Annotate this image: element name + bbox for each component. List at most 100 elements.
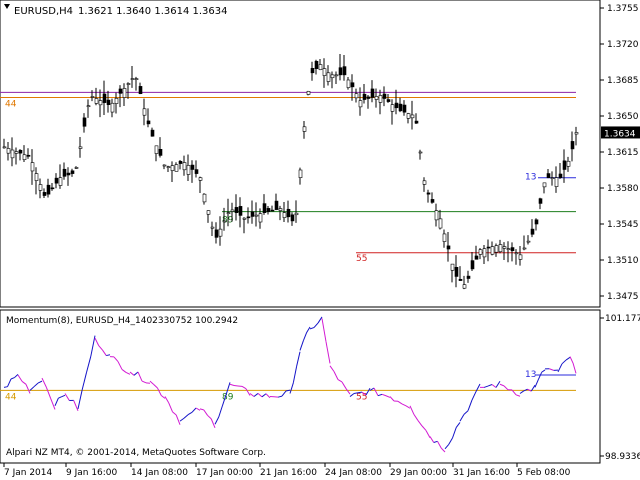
price-bar-body <box>546 173 551 179</box>
price-bar-body <box>386 99 391 102</box>
price-bar-body <box>354 93 359 99</box>
price-bar-body <box>10 149 15 159</box>
price-bar-body <box>322 68 327 76</box>
price-bar-body <box>402 104 407 113</box>
price-bar-body <box>30 162 35 172</box>
price-bar-body <box>522 247 527 250</box>
time-axis-label: 7 Jan 2014 <box>4 468 52 478</box>
price-bar-body <box>238 206 243 216</box>
price-bar-body <box>422 180 427 185</box>
price-bar-body <box>530 228 535 235</box>
price-bar-body <box>494 245 499 253</box>
price-bar-body <box>534 219 539 225</box>
time-axis-label: 24 Jan 08:00 <box>325 468 382 478</box>
price-bar-body <box>398 103 403 112</box>
price-bar-body <box>426 192 431 195</box>
price-bar-body <box>470 260 475 270</box>
price-bar-body <box>162 164 167 167</box>
price-bar-body <box>122 88 127 98</box>
price-bar-body <box>190 164 195 170</box>
momentum-axis-label: 98.9336 <box>605 452 640 462</box>
price-bar-body <box>186 165 191 175</box>
price-axis-label: 1.3615 <box>607 148 639 158</box>
price-bar-body <box>326 72 331 82</box>
level-line-label: 55 <box>356 254 367 264</box>
price-bar-body <box>154 145 159 154</box>
price-bar-body <box>562 160 567 170</box>
price-axis-label: 1.3685 <box>607 76 639 86</box>
price-bar-body <box>338 67 343 76</box>
price-bar-body <box>262 203 267 213</box>
price-bar-body <box>58 177 63 186</box>
price-bar-body <box>438 218 443 229</box>
price-bar-body <box>126 83 131 85</box>
price-bar-body <box>518 254 523 260</box>
price-bar-body <box>294 212 299 216</box>
price-bar-body <box>542 182 547 188</box>
price-bar-body <box>442 233 447 242</box>
price-bar-body <box>6 148 11 154</box>
momentum-level-label: 13 <box>525 370 536 380</box>
price-bar-body <box>114 98 119 104</box>
ohlc-values: 1.3621 1.3640 1.3614 1.3634 <box>78 6 228 17</box>
price-bar-body <box>218 228 223 237</box>
price-bar-body <box>130 78 135 80</box>
price-bar-body <box>246 216 251 219</box>
price-bar-body <box>362 93 367 100</box>
price-bar-body <box>526 240 531 243</box>
price-bar-body <box>462 284 467 289</box>
price-bar-body <box>26 154 31 157</box>
price-bar-body <box>394 102 399 109</box>
price-bar-body <box>382 93 387 99</box>
price-bar-body <box>434 210 439 221</box>
level-line-label: 13 <box>525 173 536 183</box>
mt4-chart-window[interactable]: 44895513 1.37551.37201.36851.36501.36151… <box>0 0 640 480</box>
price-bar-body <box>210 226 215 229</box>
price-bar-body <box>226 212 231 214</box>
price-bar-body <box>170 165 175 171</box>
price-bar-body <box>290 214 295 222</box>
price-bar-body <box>418 151 423 154</box>
price-bar-body <box>138 86 143 95</box>
time-axis-label: 5 Feb 08:00 <box>517 468 571 478</box>
price-bar-body <box>150 129 155 137</box>
current-price-tag: 1.3634 <box>601 126 640 139</box>
price-axis-label: 1.3580 <box>607 184 639 194</box>
price-bar-body <box>134 78 139 80</box>
price-bar-body <box>206 210 211 215</box>
price-panel[interactable] <box>0 0 601 308</box>
price-bar-body <box>86 105 91 108</box>
momentum-segment <box>3 386 8 388</box>
price-bar-body <box>98 100 103 106</box>
price-bar-body <box>446 245 451 250</box>
price-bar-body <box>278 208 283 211</box>
price-bar-body <box>286 208 291 218</box>
momentum-panel[interactable] <box>0 309 601 464</box>
price-bar-body <box>166 166 171 168</box>
price-bar-body <box>14 151 19 154</box>
price-bar-body <box>474 255 479 260</box>
price-bar-body <box>82 117 87 127</box>
price-bar-body <box>310 68 315 74</box>
price-bar-body <box>214 229 219 238</box>
price-bar-body <box>90 96 95 98</box>
price-bar-body <box>366 96 371 99</box>
price-bar-body <box>430 199 435 203</box>
price-bar-body <box>506 248 511 250</box>
price-bar-body <box>250 211 255 217</box>
time-axis-label: 29 Jan 00:00 <box>390 468 447 478</box>
price-bar-body <box>566 160 571 167</box>
price-bar-body <box>46 184 51 195</box>
price-bar-body <box>70 170 75 174</box>
price-bar-body <box>42 192 47 196</box>
price-bar-body <box>234 207 239 213</box>
price-bar-body <box>334 74 339 77</box>
price-bar-body <box>270 209 275 212</box>
price-axis-label: 1.3475 <box>607 292 639 302</box>
momentum-axis: 101.177 98.9336 <box>600 314 640 462</box>
price-bar-body <box>62 168 67 177</box>
price-bar-body <box>570 141 575 150</box>
price-bar-body <box>314 60 319 69</box>
price-bar-body <box>282 212 287 218</box>
price-bar-body <box>306 91 311 95</box>
